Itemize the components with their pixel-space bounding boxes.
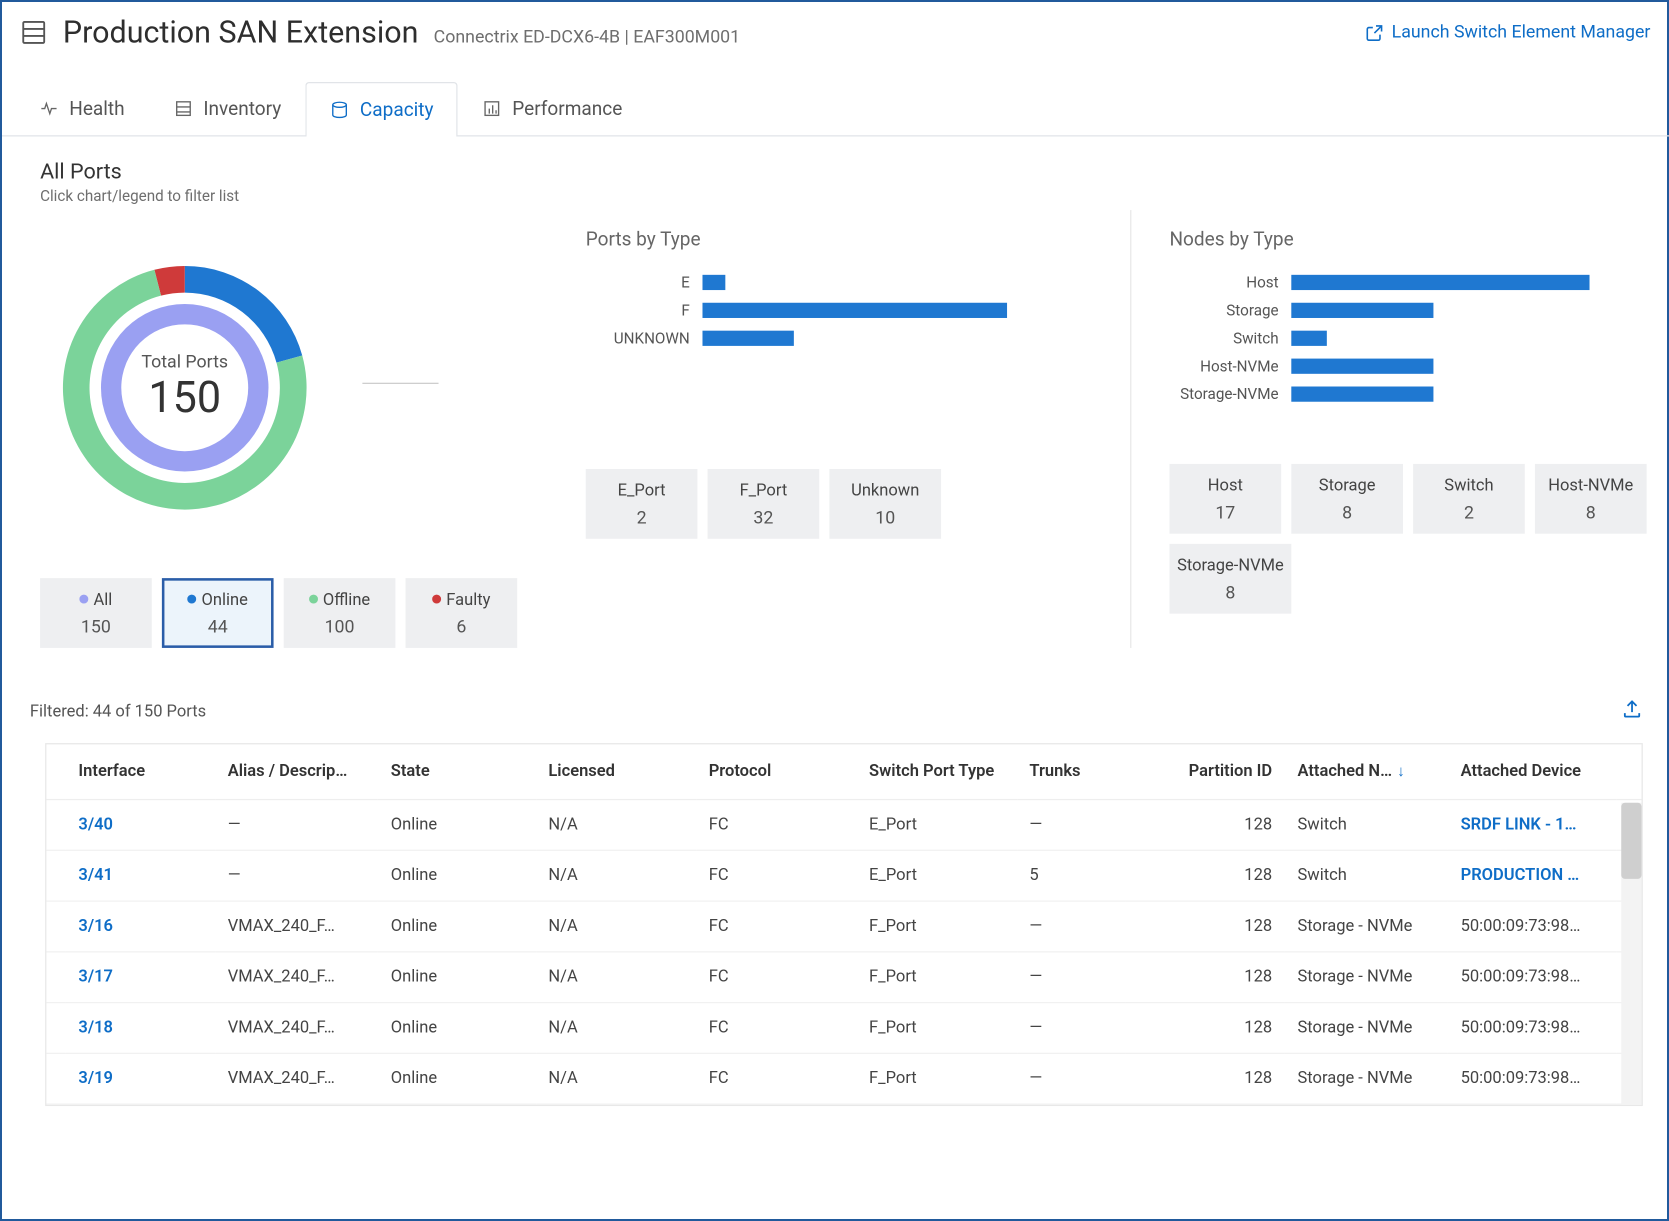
health-icon bbox=[39, 98, 59, 118]
col-header-licensed[interactable]: Licensed bbox=[536, 744, 696, 799]
legend-chip-f-port[interactable]: F_Port32 bbox=[708, 469, 820, 539]
table-row[interactable]: 3/40—OnlineN/AFCE_Port—128SwitchSRDF LIN… bbox=[46, 800, 1641, 851]
page-subtitle: Connectrix ED-DCX6-4B | EAF300M001 bbox=[434, 27, 740, 47]
interface-link[interactable]: 3/41 bbox=[66, 850, 215, 901]
interface-link[interactable]: 3/17 bbox=[66, 952, 215, 1003]
col-header-interface[interactable]: Interface bbox=[66, 744, 215, 799]
table-row[interactable]: 3/19VMAX_240_F…OnlineN/AFCF_Port—128Stor… bbox=[46, 1053, 1641, 1104]
bar-storage[interactable]: Storage bbox=[1169, 301, 1647, 319]
tab-inventory[interactable]: Inventory bbox=[149, 81, 306, 136]
legend-chip-host[interactable]: Host17 bbox=[1169, 464, 1281, 534]
legend-chip-storage[interactable]: Storage8 bbox=[1291, 464, 1403, 534]
bar-storage-nvme[interactable]: Storage-NVMe bbox=[1169, 385, 1647, 403]
bar-e[interactable]: E bbox=[586, 274, 1130, 292]
ports-table: InterfaceAlias / Descrip…StateLicensedPr… bbox=[45, 743, 1643, 1106]
ports-by-type-panel: Ports by Type EF UNKNOWN E_Port2F_Port32U… bbox=[586, 210, 1132, 648]
switch-icon bbox=[20, 18, 48, 46]
export-button[interactable] bbox=[1621, 699, 1643, 726]
attached-device-link[interactable]: PRODUCTION … bbox=[1448, 850, 1617, 901]
interface-link[interactable]: 3/40 bbox=[66, 800, 215, 851]
capacity-icon bbox=[329, 100, 349, 120]
bar-host[interactable]: Host bbox=[1169, 274, 1647, 292]
donut-label: Total Ports bbox=[141, 352, 228, 372]
external-link-icon bbox=[1365, 23, 1384, 42]
inventory-icon bbox=[173, 98, 193, 118]
ports-by-type-title: Ports by Type bbox=[586, 228, 1130, 251]
sort-arrow-icon: ↓ bbox=[1397, 762, 1405, 780]
legend-chip-offline[interactable]: Offline100 bbox=[284, 578, 396, 648]
col-header-protocol[interactable]: Protocol bbox=[696, 744, 856, 799]
port-status-donut[interactable]: Total Ports 150 bbox=[32, 235, 337, 540]
bar-switch[interactable]: Switch bbox=[1169, 329, 1647, 347]
legend-chip-unknown[interactable]: Unknown10 bbox=[829, 469, 941, 539]
nodes-by-type-title: Nodes by Type bbox=[1169, 228, 1647, 251]
legend-chip-all[interactable]: All150 bbox=[40, 578, 152, 648]
col-header-attached-device[interactable]: Attached Device bbox=[1448, 744, 1617, 799]
interface-link[interactable]: 3/18 bbox=[66, 1003, 215, 1054]
table-row[interactable]: 3/18VMAX_240_F…OnlineN/AFCF_Port—128Stor… bbox=[46, 1003, 1641, 1054]
tab-capacity[interactable]: Capacity bbox=[305, 82, 457, 137]
legend-chip-e-port[interactable]: E_Port2 bbox=[586, 469, 698, 539]
performance-icon bbox=[482, 98, 502, 118]
col-header-partition-id[interactable]: Partition ID bbox=[1124, 744, 1284, 799]
col-header-alias-descrip-[interactable]: Alias / Descrip… bbox=[215, 744, 378, 799]
table-row[interactable]: 3/17VMAX_240_F…OnlineN/AFCF_Port—128Stor… bbox=[46, 952, 1641, 1003]
legend-chip-storage-nvme[interactable]: Storage-NVMe8 bbox=[1169, 544, 1291, 614]
filter-summary: Filtered: 44 of 150 Ports bbox=[30, 702, 206, 721]
legend-chip-host-nvme[interactable]: Host-NVMe8 bbox=[1535, 464, 1647, 534]
donut-value: 150 bbox=[148, 373, 221, 424]
export-icon bbox=[1621, 699, 1643, 721]
bar-unknown[interactable]: UNKNOWN bbox=[586, 329, 1130, 347]
tab-performance[interactable]: Performance bbox=[458, 81, 647, 136]
tab-health[interactable]: Health bbox=[15, 81, 149, 136]
section-hint: Click chart/legend to filter list bbox=[40, 187, 1648, 205]
legend-chip-switch[interactable]: Switch2 bbox=[1413, 464, 1525, 534]
port-status-panel: Total Ports 150 All150Online44Offline100… bbox=[40, 210, 586, 648]
col-header-trunks[interactable]: Trunks bbox=[1017, 744, 1125, 799]
col-header-state[interactable]: State bbox=[378, 744, 536, 799]
bar-f[interactable]: F bbox=[586, 301, 1130, 319]
section-title: All Ports bbox=[40, 159, 1648, 184]
legend-chip-online[interactable]: Online44 bbox=[162, 578, 274, 648]
launch-switch-manager-link[interactable]: Launch Switch Element Manager bbox=[1365, 22, 1650, 42]
interface-link[interactable]: 3/19 bbox=[66, 1053, 215, 1104]
attached-device-link[interactable]: SRDF LINK - 1… bbox=[1448, 800, 1617, 851]
legend-chip-faulty[interactable]: Faulty6 bbox=[406, 578, 518, 648]
table-row[interactable]: 3/41—OnlineN/AFCE_Port5128SwitchPRODUCTI… bbox=[46, 850, 1641, 901]
donut-tick-line bbox=[362, 383, 438, 384]
bar-host-nvme[interactable]: Host-NVMe bbox=[1169, 357, 1647, 375]
page-title: Production SAN Extension bbox=[63, 15, 419, 51]
scrollbar-thumb[interactable] bbox=[1621, 803, 1641, 879]
table-row[interactable]: 3/16VMAX_240_F…OnlineN/AFCF_Port—128Stor… bbox=[46, 901, 1641, 952]
page-header: Production SAN Extension Connectrix ED-D… bbox=[2, 2, 1669, 58]
nodes-by-type-panel: Nodes by Type Host Storage Switch Host-NVMe… bbox=[1131, 210, 1647, 648]
col-header-switch-port-type[interactable]: Switch Port Type bbox=[856, 744, 1016, 799]
interface-link[interactable]: 3/16 bbox=[66, 901, 215, 952]
tab-bar: Health Inventory Capacity Performance bbox=[2, 81, 1669, 137]
col-header-attached-n-[interactable]: Attached N…↓ bbox=[1285, 744, 1448, 799]
